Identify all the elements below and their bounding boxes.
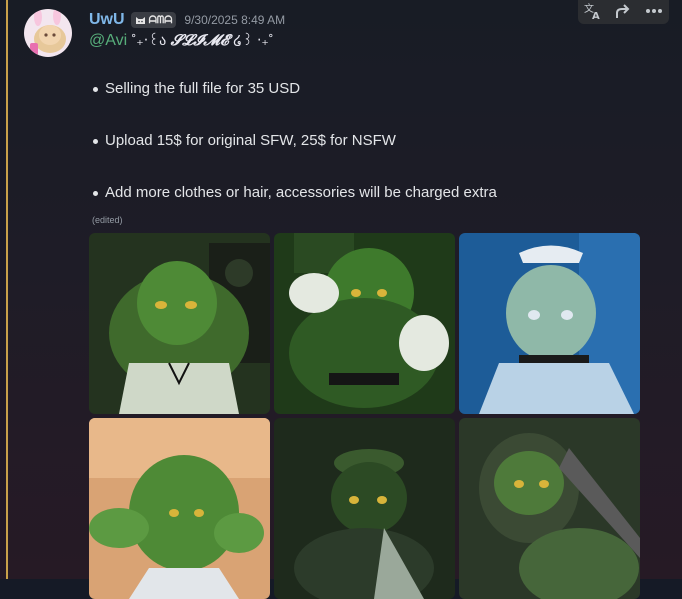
avatar[interactable] [24,9,72,57]
bullet-item: Add more clothes or hair, accessories wi… [93,180,497,232]
translate-button[interactable]: 文 A [581,0,605,22]
user-tag-badge[interactable]: ᗩᗰᗩ [130,12,177,28]
translate-icon: 文 A [584,2,600,20]
message-first-line: @Avi ˚₊‧꒰ა 𝓢𝓛𝓘𝓜𝓔 ໒꒱ ‧₊˚ [89,31,273,50]
image-attachment[interactable] [459,233,640,414]
bullet-item: Selling the full file for 35 USD [93,76,497,128]
timestamp[interactable]: 9/30/2025 8:49 AM [184,13,285,27]
mention-highlight-bar [6,0,8,579]
svg-text:A: A [592,11,600,20]
image-attachment[interactable] [89,418,270,599]
bullet-item: Upload 15$ for original SFW, 25$ for NSF… [93,128,497,180]
image-attachment[interactable] [274,418,455,599]
forward-icon [616,4,630,18]
decorative-name: 𝓢𝓛𝓘𝓜𝓔 [170,31,229,49]
badge-text: ᗩᗰᗩ [148,14,173,26]
more-icon [645,9,662,13]
message-header: UwU ᗩᗰᗩ 9/30/2025 8:49 AM [89,9,285,31]
image-attachment-grid [89,233,640,599]
user-mention[interactable]: @Avi [89,32,127,49]
image-attachment[interactable] [274,233,455,414]
decorative-text-left: ˚₊‧꒰ა [131,32,167,48]
cat-face-icon [135,17,145,24]
image-attachment[interactable] [89,233,270,414]
more-options-button[interactable] [642,0,666,22]
message-bullet-list: Selling the full file for 35 USD Upload … [89,76,497,232]
message-toolbar: 文 A [578,0,669,24]
edited-label: (edited) [92,215,123,225]
image-attachment[interactable] [459,418,640,599]
forward-button[interactable] [611,0,635,22]
decorative-text-right: ໒꒱ ‧₊˚ [233,32,274,48]
username[interactable]: UwU [89,11,125,29]
